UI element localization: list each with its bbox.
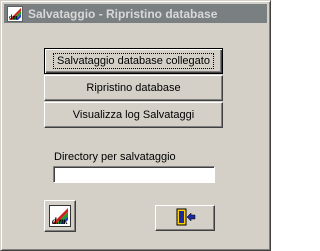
backup-directory-label: Directory per salvataggio bbox=[54, 151, 176, 163]
backup-directory-input[interactable] bbox=[53, 166, 215, 183]
backup-database-label: Salvataggio database collegato bbox=[53, 53, 214, 69]
exit-button[interactable] bbox=[155, 205, 215, 231]
dialog-window: dm Salvataggio - Ripristino database Sal… bbox=[0, 0, 271, 251]
window-title: Salvataggio - Ripristino database bbox=[28, 6, 218, 21]
dm-logo-icon: d.m. bbox=[49, 205, 71, 227]
exit-door-arrow-icon bbox=[174, 208, 196, 229]
view-backup-log-label: Visualizza log Salvataggi bbox=[72, 109, 195, 121]
dm-logo-icon[interactable]: dm bbox=[7, 5, 23, 22]
title-bar[interactable]: dm Salvataggio - Ripristino database bbox=[4, 4, 267, 23]
backup-database-button[interactable]: Salvataggio database collegato bbox=[44, 48, 223, 74]
restore-database-label: Ripristino database bbox=[86, 82, 181, 94]
view-backup-log-button[interactable]: Visualizza log Salvataggi bbox=[44, 102, 223, 128]
restore-database-button[interactable]: Ripristino database bbox=[44, 75, 223, 101]
dm-logo-text: d.m. bbox=[52, 216, 69, 226]
dm-logo-button[interactable]: d.m. bbox=[44, 200, 76, 232]
svg-text:dm: dm bbox=[9, 15, 17, 21]
